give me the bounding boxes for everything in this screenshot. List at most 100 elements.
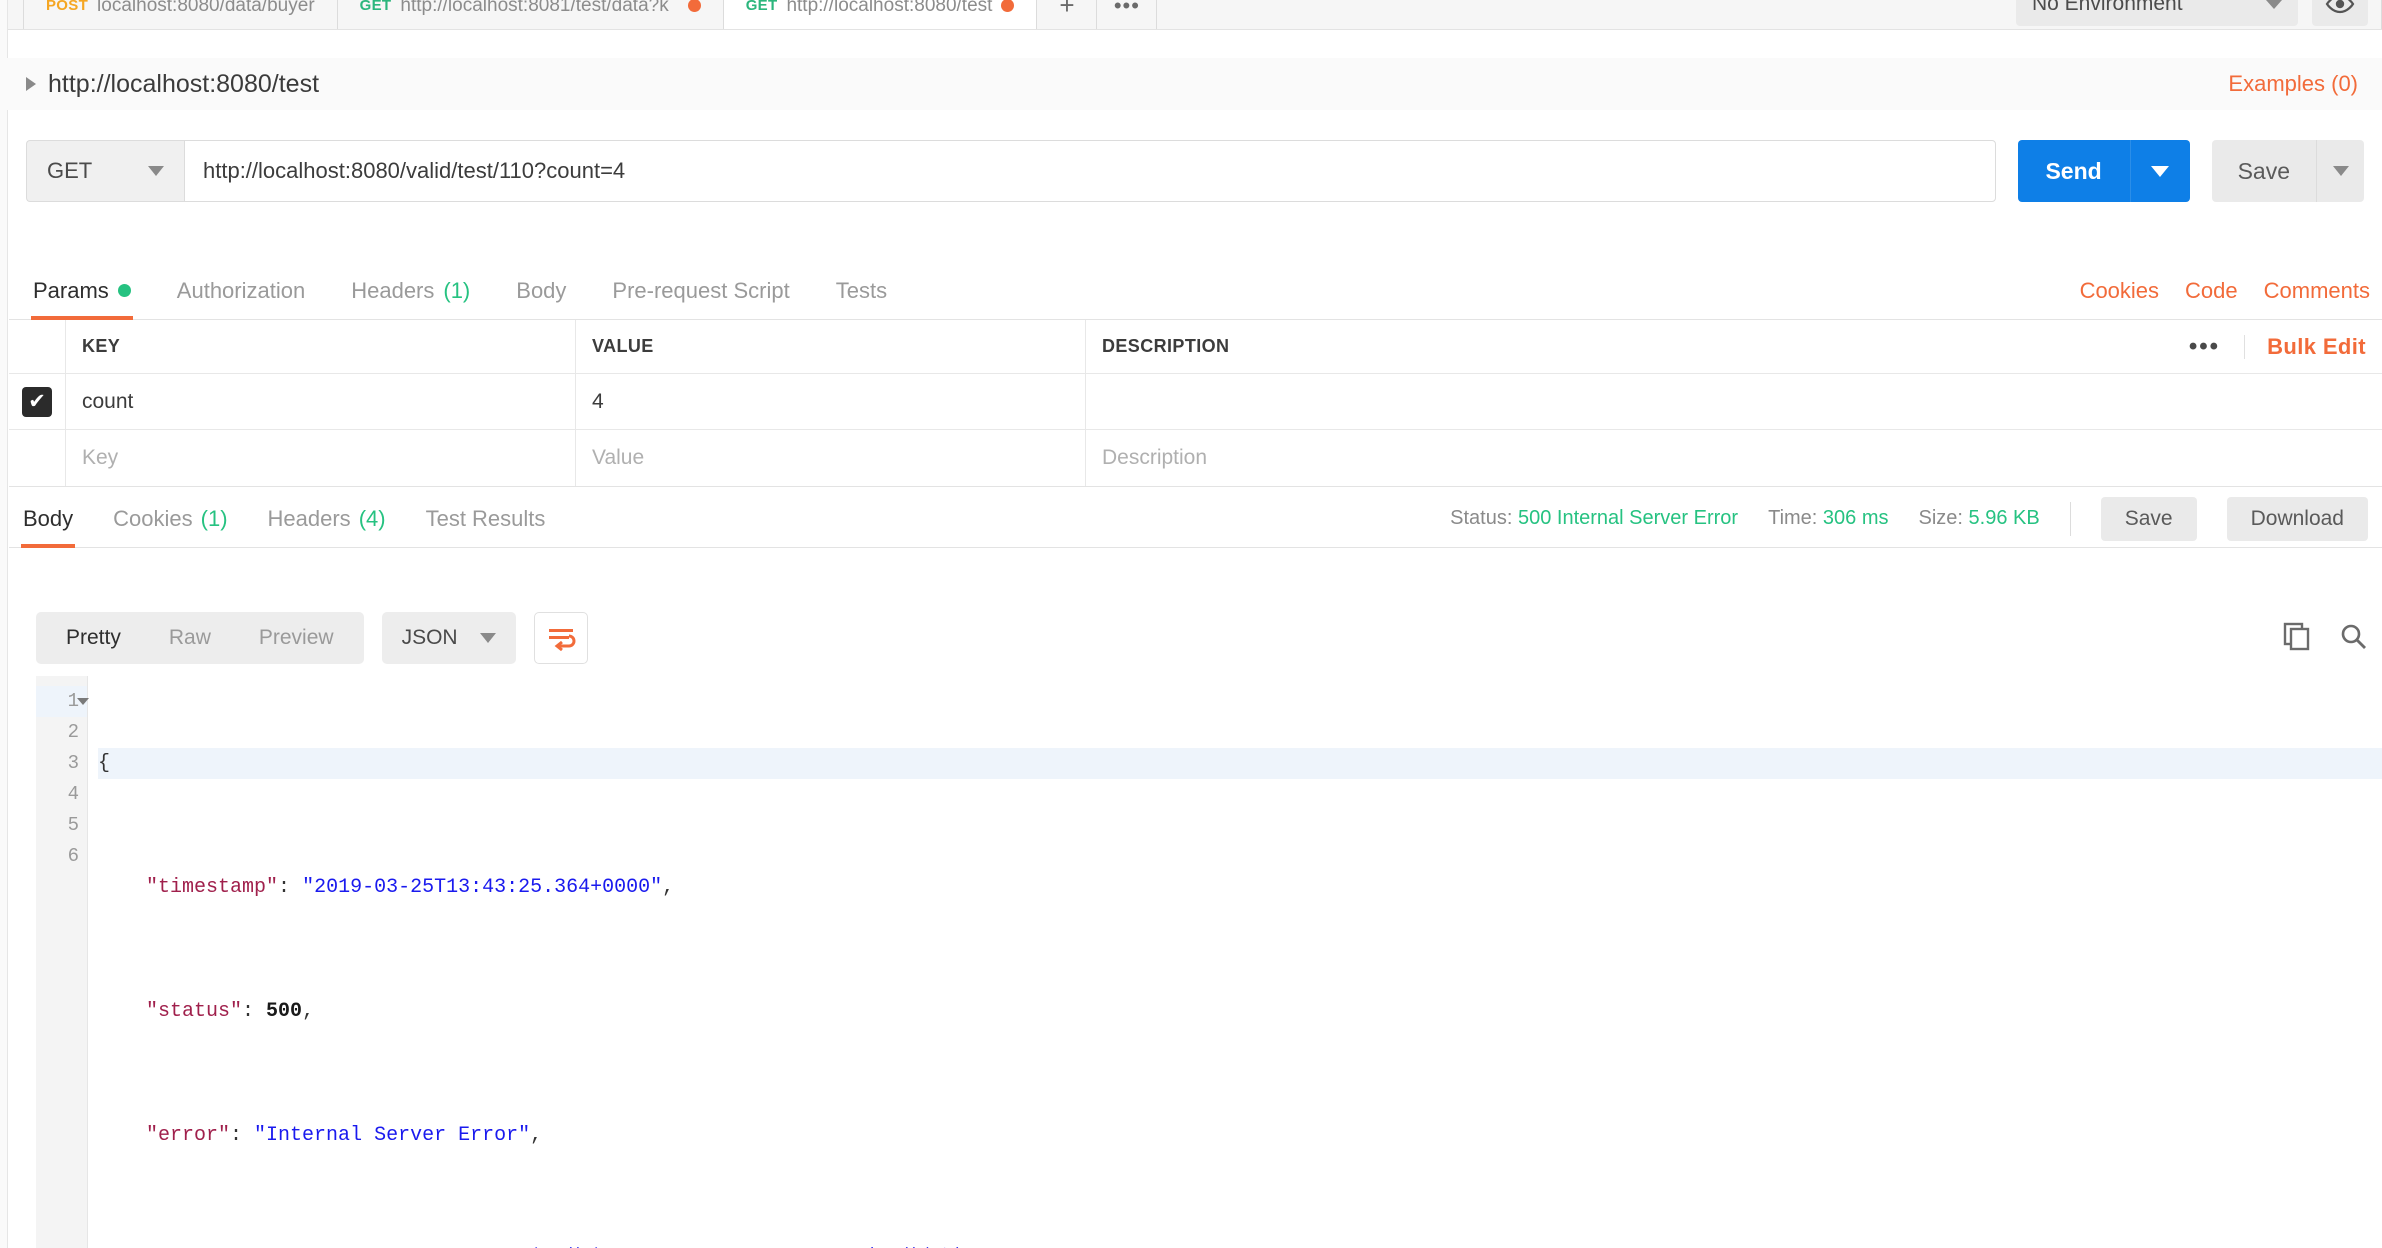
tab-options-button[interactable]: •••: [1097, 0, 1158, 29]
code-line-3: "status": 500,: [98, 996, 2382, 1027]
meta-divider: [2069, 501, 2071, 536]
header-cell-value: VALUE: [576, 320, 1086, 373]
table-header-actions: ••• Bulk Edit: [2165, 334, 2366, 360]
header-description-label: DESCRIPTION: [1102, 336, 1230, 356]
request-tabs-actions: Cookies Code Comments: [2080, 278, 2382, 304]
chevron-down-icon: [2266, 0, 2282, 9]
save-button[interactable]: Save: [2211, 140, 2316, 202]
new-row-key-input[interactable]: Key: [66, 430, 576, 486]
tab-pre-request-script[interactable]: Pre-request Script: [612, 262, 789, 320]
code-fold-icon[interactable]: [77, 698, 89, 705]
tab-count: (4): [358, 505, 386, 531]
view-mode-pretty[interactable]: Pretty: [42, 612, 145, 664]
row-checkbox[interactable]: ✔: [22, 386, 52, 417]
send-button[interactable]: Send: [2017, 140, 2130, 202]
search-icon: [2341, 624, 2366, 649]
response-json-code[interactable]: { "timestamp": "2019-03-25T13:43:25.364+…: [88, 676, 2382, 1248]
response-tab-test-results[interactable]: Test Results: [426, 490, 546, 548]
comments-link[interactable]: Comments: [2264, 278, 2370, 304]
header-cell-check: [9, 320, 66, 373]
tab-label: Headers: [267, 505, 351, 531]
bulk-edit-link[interactable]: Bulk Edit: [2245, 334, 2366, 360]
send-options-button[interactable]: [2129, 140, 2190, 202]
environment-select[interactable]: No Environment: [2016, 0, 2298, 26]
environment-selected-label: No Environment: [2032, 0, 2183, 15]
tab-method-label: POST: [46, 0, 89, 14]
code-line-2: "timestamp": "2019-03-25T13:43:25.364+00…: [98, 872, 2382, 903]
search-button[interactable]: [2338, 621, 2368, 656]
line-number: 3: [67, 752, 79, 774]
body-toolbar-actions: [2282, 621, 2382, 656]
chevron-down-icon: [2332, 166, 2349, 176]
tab-authorization[interactable]: Authorization: [177, 262, 305, 320]
response-meta: Status: 500 Internal Server Error Time: …: [1450, 496, 2382, 541]
code-line-4: "error": "Internal Server Error",: [98, 1120, 2382, 1151]
line-number: 4: [67, 783, 79, 805]
word-wrap-icon: [548, 629, 576, 651]
send-button-group: Send: [2017, 140, 2190, 202]
tab-tests[interactable]: Tests: [836, 262, 887, 320]
line-number: 1: [36, 686, 89, 717]
response-download-button[interactable]: Download: [2226, 496, 2368, 541]
cookies-link[interactable]: Cookies: [2080, 278, 2159, 304]
request-tab-0[interactable]: POST localhost:8080/data/buyer: [24, 0, 338, 29]
word-wrap-button[interactable]: [533, 612, 588, 664]
status-group: Status: 500 Internal Server Error: [1450, 507, 1738, 530]
header-cell-key: KEY: [66, 320, 576, 373]
save-button-group: Save: [2211, 140, 2364, 202]
size-value: 5.96 KB: [1968, 507, 2040, 529]
new-row-checkbox-cell: [9, 430, 66, 486]
tab-body[interactable]: Body: [516, 262, 566, 320]
url-bar: GET http://localhost:8080/valid/test/110…: [26, 140, 2364, 202]
json-comma: ,: [530, 1124, 543, 1147]
save-options-button[interactable]: [2316, 140, 2364, 202]
response-tab-cookies[interactable]: Cookies (1): [113, 490, 227, 548]
time-group: Time: 306 ms: [1768, 507, 1888, 530]
view-mode-raw[interactable]: Raw: [145, 612, 235, 664]
params-more-button[interactable]: •••: [2165, 334, 2246, 359]
environment-controls: No Environment: [2016, 0, 2382, 28]
response-tab-body[interactable]: Body: [20, 490, 76, 548]
response-tab-headers[interactable]: Headers (4): [268, 490, 386, 548]
tab-url-label: http://localhost:8080/test: [786, 0, 993, 16]
row-key-input[interactable]: count: [66, 374, 576, 429]
size-label: Size:: [1918, 507, 1963, 529]
request-section-tabs: Params Authorization Headers (1) Body Pr…: [9, 262, 2382, 320]
http-method-select[interactable]: GET: [26, 140, 184, 202]
row-description-input[interactable]: [1086, 374, 2382, 429]
tab-params[interactable]: Params: [31, 262, 133, 320]
examples-link[interactable]: Examples (0): [2228, 71, 2358, 97]
tab-count: (1): [443, 277, 471, 303]
row-value-input[interactable]: 4: [576, 374, 1086, 429]
body-view-mode-group: Pretty Raw Preview: [36, 612, 364, 664]
request-url-input[interactable]: http://localhost:8080/valid/test/110?cou…: [184, 140, 1996, 202]
code-line-5: "message": "handleTest.count: 最小不能小于5, h…: [98, 1244, 2382, 1248]
header-cell-description: DESCRIPTION ••• Bulk Edit: [1086, 320, 2382, 373]
page-title: http://localhost:8080/test: [48, 69, 320, 98]
json-key: "status": [146, 1000, 243, 1023]
tab-label: Tests: [835, 277, 888, 303]
copy-icon: [2283, 622, 2310, 650]
new-tab-button[interactable]: +: [1037, 0, 1098, 29]
new-row-description-input[interactable]: Description: [1086, 430, 2382, 486]
copy-button[interactable]: [2282, 621, 2312, 656]
body-format-select[interactable]: JSON: [381, 612, 516, 664]
json-separator: :: [278, 876, 303, 899]
tab-label: Body: [23, 505, 74, 531]
response-section-tabs: Body Cookies (1) Headers (4) Test Result…: [9, 490, 2382, 548]
new-row-value-input[interactable]: Value: [576, 430, 1086, 486]
request-tab-2[interactable]: GET http://localhost:8080/test: [723, 0, 1038, 29]
environment-quick-look-button[interactable]: [2312, 0, 2368, 26]
tab-headers[interactable]: Headers (1): [351, 262, 470, 320]
chevron-down-icon: [479, 633, 496, 643]
view-mode-preview[interactable]: Preview: [235, 612, 358, 664]
chevron-right-icon[interactable]: [26, 77, 36, 91]
line-number-gutter: 1 2 3 4 5 6: [36, 676, 89, 1248]
tab-label: Test Results: [425, 505, 546, 531]
response-save-button[interactable]: Save: [2100, 496, 2197, 541]
unsaved-indicator-icon: [687, 0, 701, 12]
line-number: 5: [67, 814, 79, 836]
code-link[interactable]: Code: [2185, 278, 2238, 304]
response-body-viewer[interactable]: 1 2 3 4 5 6 { "timestamp": "2019-03-25T1…: [36, 676, 2382, 1248]
request-tab-1[interactable]: GET http://localhost:8081/test/data?k: [337, 0, 724, 29]
